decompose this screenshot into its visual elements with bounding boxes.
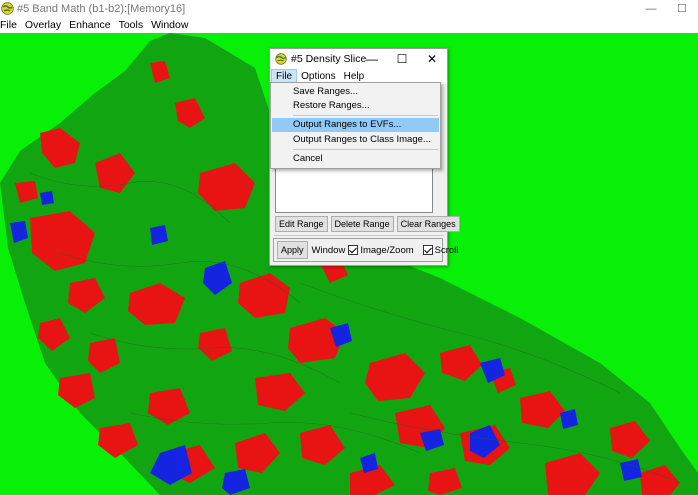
scroll-checkbox[interactable]: Scroll [422,244,459,256]
apply-button[interactable]: Apply [277,241,308,259]
apply-group: Apply Window Image/Zoom Scroll [273,238,458,262]
menu-item-output-evfs[interactable]: Output Ranges to EVFs... [272,118,439,132]
main-titlebar: #5 Band Math (b1-b2):[Memory16] — ☐ [0,0,698,17]
dialog-maximize-button[interactable]: ☐ [391,51,413,67]
menu-file[interactable]: File [0,19,21,31]
minimize-button[interactable]: — [641,0,661,17]
menu-item-cancel[interactable]: Cancel [272,152,439,166]
checkbox-checked-icon [422,245,433,255]
menu-separator [293,149,438,150]
window-label: Window [311,244,346,256]
menu-item-save-ranges[interactable]: Save Ranges... [272,85,439,99]
divider [274,235,444,236]
image-zoom-checkbox[interactable]: Image/Zoom [348,244,414,256]
menu-tools[interactable]: Tools [115,19,148,31]
delete-range-button[interactable]: Delete Range [330,216,394,232]
menu-window[interactable]: Window [147,19,192,31]
dialog-titlebar[interactable]: #5 Density Slice — ☐ ✕ [270,49,447,69]
window-title: #5 Band Math (b1-b2):[Memory16] [17,2,186,15]
dialog-title: #5 Density Slice [291,53,367,65]
edit-range-button[interactable]: Edit Range [275,216,328,232]
dialog-close-button[interactable]: ✕ [421,51,443,67]
menu-item-output-class-image[interactable]: Output Ranges to Class Image... [272,133,439,147]
scroll-label: Scroll [434,244,459,256]
range-buttons: Edit Range Delete Range Clear Ranges [275,216,460,232]
menu-item-restore-ranges[interactable]: Restore Ranges... [272,99,439,113]
dialog-minimize-button[interactable]: — [361,51,383,67]
app-globe-icon [1,2,14,15]
dialog-globe-icon [275,53,287,65]
clear-ranges-button[interactable]: Clear Ranges [396,216,460,232]
range-list[interactable] [275,168,433,213]
menu-overlay[interactable]: Overlay [21,19,65,31]
maximize-button[interactable]: ☐ [672,0,692,17]
file-dropdown-menu: Save Ranges... Restore Ranges... Output … [270,82,441,169]
main-menubar: File Overlay Enhance Tools Window [0,17,698,33]
menu-separator [293,115,438,116]
menu-enhance[interactable]: Enhance [65,19,114,31]
checkbox-checked-icon [348,245,359,255]
image-zoom-label: Image/Zoom [360,244,414,256]
